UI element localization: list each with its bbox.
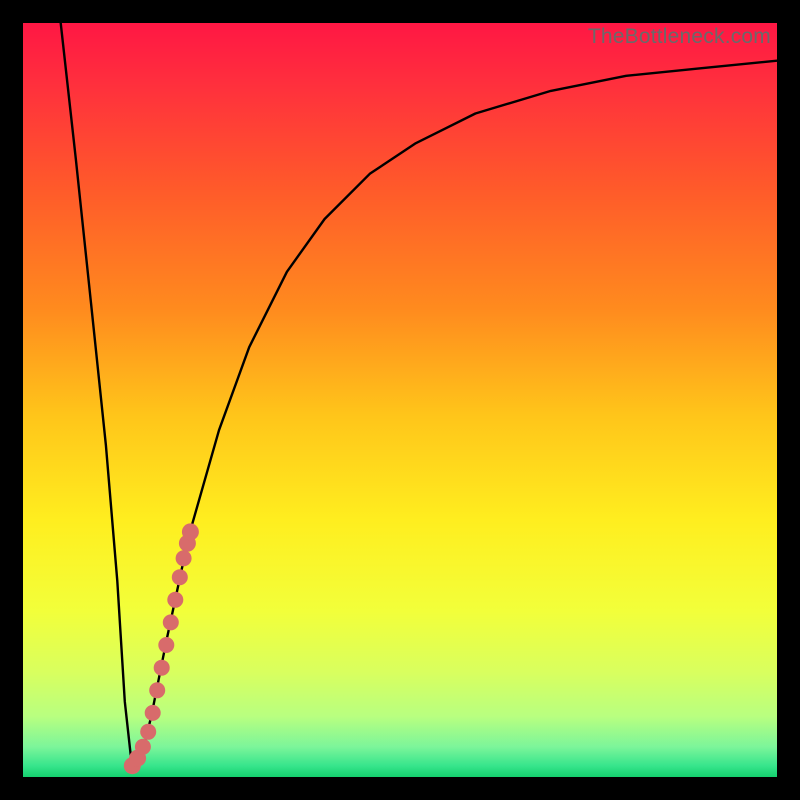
data-point xyxy=(182,523,199,540)
data-point xyxy=(172,569,188,585)
data-point xyxy=(145,705,161,721)
outer-frame: TheBottleneck.com xyxy=(0,0,800,800)
plot-area: TheBottleneck.com xyxy=(23,23,777,777)
chart-svg xyxy=(23,23,777,777)
watermark-text: TheBottleneck.com xyxy=(588,25,771,49)
data-point xyxy=(154,660,170,676)
data-point xyxy=(158,637,174,653)
highlighted-points xyxy=(124,523,199,774)
data-point xyxy=(163,614,179,630)
data-point xyxy=(149,682,165,698)
data-point xyxy=(135,739,151,755)
data-point xyxy=(140,724,156,740)
data-point xyxy=(176,550,192,566)
data-point xyxy=(167,592,183,608)
bottleneck-curve xyxy=(61,23,777,770)
